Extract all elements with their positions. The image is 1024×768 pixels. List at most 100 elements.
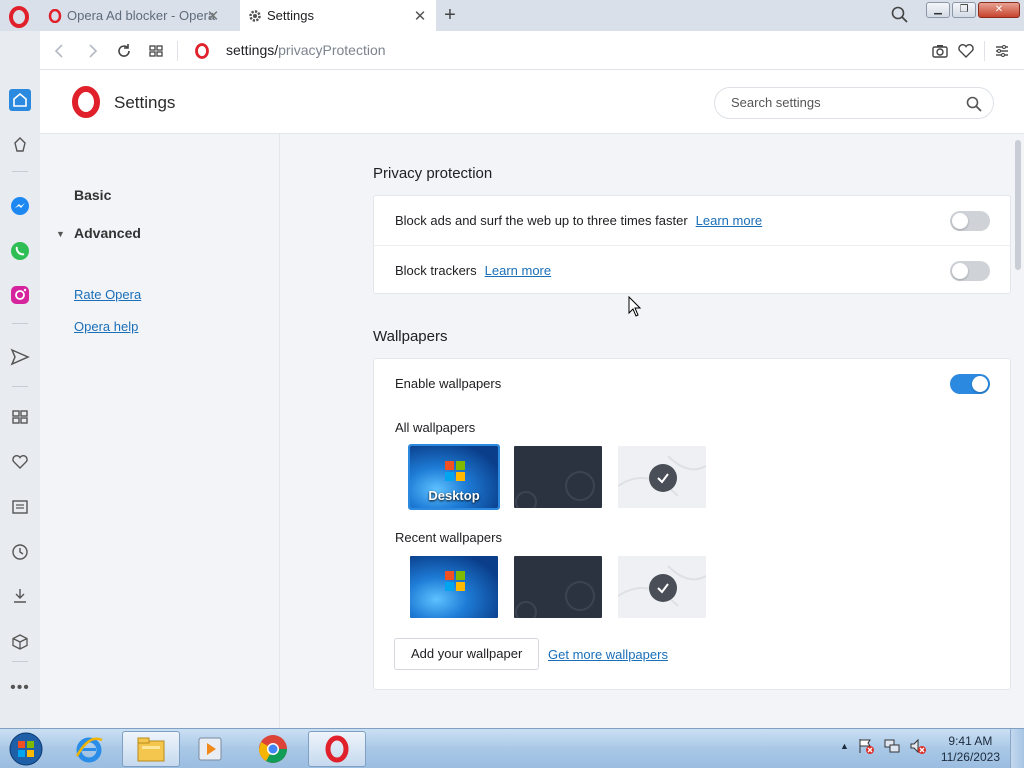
- sidebar: •••: [0, 31, 40, 728]
- all-wallpapers-label: All wallpapers: [395, 420, 476, 435]
- windows-logo-icon: [445, 461, 465, 481]
- dark-wallpaper-pattern-icon: [515, 581, 595, 618]
- taskbar: ▲ 9:41 AM 11/26/2023: [0, 728, 1024, 768]
- tab-settings[interactable]: Settings ✕: [240, 0, 436, 31]
- network-icon[interactable]: [883, 737, 901, 755]
- wallpaper-desktop-label: Desktop: [428, 488, 480, 503]
- search-icon[interactable]: [965, 95, 983, 113]
- nav-advanced[interactable]: Advanced: [74, 225, 141, 241]
- workspaces-grid-icon[interactable]: [9, 406, 31, 428]
- easy-setup-icon[interactable]: [992, 41, 1012, 61]
- url-prefix: settings/: [226, 42, 279, 58]
- wallpaper-desktop-thumb[interactable]: Desktop: [408, 444, 500, 510]
- close-tab-icon[interactable]: ✕: [205, 7, 221, 25]
- snapshot-camera-icon[interactable]: [930, 41, 950, 61]
- block-ads-label: Block ads and surf the web up to three t…: [395, 213, 688, 228]
- selected-check-icon: [649, 574, 677, 602]
- opera-favicon-icon: [48, 8, 62, 23]
- scrollbar[interactable]: [1012, 134, 1024, 728]
- wallpapers-card: Enable wallpapers All wallpapers Desktop…: [373, 358, 1011, 690]
- rate-opera-link[interactable]: Rate Opera: [74, 287, 141, 302]
- action-center-flag-icon[interactable]: [857, 737, 875, 755]
- address-bar: settings/privacyProtection: [40, 31, 1024, 70]
- close-tab-button[interactable]: ✕: [205, 0, 235, 31]
- opera-logo-icon: [70, 86, 102, 118]
- clock-date: 11/26/2023: [940, 750, 1000, 764]
- maximize-button[interactable]: ❐: [952, 2, 976, 18]
- block-trackers-learn-more-link[interactable]: Learn more: [485, 263, 551, 278]
- tab-title: Settings: [267, 8, 314, 23]
- recent-wallpapers-label: Recent wallpapers: [395, 530, 502, 545]
- internet-explorer-icon[interactable]: [60, 731, 118, 767]
- clock-time: 9:41 AM: [948, 734, 993, 748]
- url-field[interactable]: settings/privacyProtection: [226, 42, 386, 58]
- forward-button[interactable]: [82, 41, 102, 61]
- messenger-icon[interactable]: [9, 195, 31, 217]
- home-icon[interactable]: [9, 89, 31, 111]
- block-ads-row: Block ads and surf the web up to three t…: [374, 196, 1010, 245]
- more-icon[interactable]: •••: [9, 677, 31, 699]
- tab-overview-icon[interactable]: [146, 41, 166, 61]
- downloads-icon[interactable]: [9, 585, 31, 607]
- block-trackers-toggle[interactable]: [950, 261, 990, 281]
- enable-wallpapers-toggle[interactable]: [950, 374, 990, 394]
- get-more-wallpapers-link[interactable]: Get more wallpapers: [548, 647, 668, 662]
- search-input[interactable]: [731, 95, 951, 110]
- system-tray: ▲: [840, 737, 927, 755]
- block-ads-toggle[interactable]: [950, 211, 990, 231]
- scrollbar-thumb[interactable]: [1015, 140, 1021, 270]
- speed-dial-star-icon[interactable]: [9, 134, 31, 156]
- wallpapers-section-title: Wallpapers: [373, 328, 448, 345]
- clock[interactable]: 9:41 AM 11/26/2023: [941, 733, 1000, 765]
- back-button[interactable]: [50, 41, 70, 61]
- send-icon[interactable]: [9, 346, 31, 368]
- start-button[interactable]: [4, 731, 48, 767]
- close-window-button[interactable]: ✕: [978, 2, 1020, 18]
- media-player-icon[interactable]: [182, 731, 240, 767]
- settings-nav: Basic ▼ Advanced Rate Opera Opera help: [40, 134, 280, 728]
- tray-expand-icon[interactable]: ▲: [840, 741, 849, 751]
- add-wallpaper-button[interactable]: Add your wallpaper: [394, 638, 540, 670]
- sidebar-divider: [12, 386, 28, 387]
- new-tab-button[interactable]: +: [440, 4, 460, 26]
- minimize-button[interactable]: ▁: [926, 2, 950, 18]
- volume-muted-icon[interactable]: [909, 737, 927, 755]
- extensions-cube-icon[interactable]: [9, 631, 31, 653]
- file-explorer-icon[interactable]: [122, 731, 180, 767]
- show-desktop-button[interactable]: [1010, 729, 1024, 768]
- enable-wallpapers-label: Enable wallpapers: [395, 376, 502, 391]
- sidebar-divider: [12, 323, 28, 324]
- recent-wallpaper-dark-thumb[interactable]: [514, 556, 602, 618]
- dark-wallpaper-pattern-icon: [515, 471, 595, 508]
- block-ads-learn-more-link[interactable]: Learn more: [696, 213, 762, 228]
- opera-help-link[interactable]: Opera help: [74, 319, 138, 334]
- opera-site-icon[interactable]: [192, 41, 212, 61]
- opera-menu-icon[interactable]: [8, 6, 30, 28]
- tab-bar: Opera Ad blocker - Opera Settings ✕ ✕ + …: [0, 0, 1024, 31]
- address-divider: [984, 41, 985, 61]
- opera-taskbar-icon[interactable]: [308, 731, 366, 767]
- instagram-icon[interactable]: [9, 284, 31, 306]
- settings-search[interactable]: [714, 87, 994, 119]
- history-clock-icon[interactable]: [9, 541, 31, 563]
- expand-arrow-icon[interactable]: ▼: [56, 229, 65, 239]
- privacy-section-title: Privacy protection: [373, 165, 493, 182]
- news-icon[interactable]: [9, 496, 31, 518]
- wallpaper-dark-thumb[interactable]: [514, 446, 602, 508]
- block-trackers-label: Block trackers: [395, 262, 477, 278]
- bookmark-heart-icon[interactable]: [956, 41, 976, 61]
- nav-basic[interactable]: Basic: [74, 187, 111, 203]
- recent-wallpaper-light-thumb[interactable]: [618, 556, 706, 618]
- heart-icon[interactable]: [9, 451, 31, 473]
- chrome-icon[interactable]: [244, 731, 302, 767]
- sidebar-divider: [12, 661, 28, 662]
- recent-wallpaper-windows-thumb[interactable]: [410, 556, 498, 618]
- wallpaper-light-thumb[interactable]: [618, 446, 706, 508]
- close-tab-icon[interactable]: ✕: [412, 7, 428, 25]
- tab-search-icon[interactable]: [890, 5, 910, 25]
- whatsapp-icon[interactable]: [9, 240, 31, 262]
- sidebar-divider: [12, 171, 28, 172]
- privacy-card: Block ads and surf the web up to three t…: [373, 195, 1011, 294]
- enable-wallpapers-row: Enable wallpapers: [374, 359, 1010, 408]
- reload-button[interactable]: [114, 41, 134, 61]
